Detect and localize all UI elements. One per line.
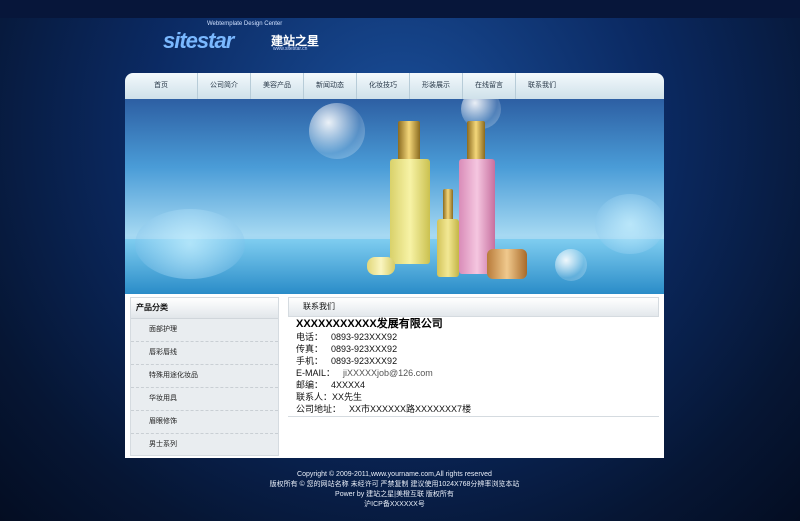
rose-right <box>595 194 664 254</box>
bottle-cap-3 <box>443 189 453 221</box>
contact-value: 0893-923XXX92 <box>331 356 398 366</box>
contact-label: 电话： <box>296 332 324 342</box>
sidebar-item-lip[interactable]: 唇彩唇线 <box>131 342 278 365</box>
logo-brand-a: site <box>163 28 198 53</box>
contact-value: 4XXXX4 <box>331 380 366 390</box>
company-name: XXXXXXXXXXX发展有限公司 <box>296 318 443 330</box>
contact-row-fax: 传真： 0893-923XXX92 <box>296 343 651 355</box>
contact-value: XX市XXXXXX路XXXXXXX7楼 <box>349 404 472 414</box>
contact-row-address: 公司地址： XX市XXXXXX路XXXXXXX7楼 <box>296 403 651 415</box>
jar-gold <box>487 249 527 279</box>
email-link[interactable]: jiXXXXXjob@126.com <box>343 368 433 378</box>
top-bar <box>0 0 800 18</box>
contact-row-person: 联系人：XX先生 <box>296 391 651 403</box>
contact-row-phone: 电话： 0893-923XXX92 <box>296 331 651 343</box>
nav-item-contact[interactable]: 联系我们 <box>516 73 568 99</box>
contact-row-postcode: 邮编： 4XXXX4 <box>296 379 651 391</box>
main-nav: 首页 公司简介 美容产品 新闻动态 化妆技巧 形装展示 在线留言 联系我们 <box>125 73 664 100</box>
bottle-cap-2 <box>467 121 485 161</box>
logo-tagline: Webtemplate Design Center <box>207 21 283 27</box>
jar-yellow <box>367 257 395 275</box>
footer-icp: 沪ICP备XXXXXX号 <box>364 501 425 508</box>
bottle-cap-1 <box>398 121 420 161</box>
logo-brand: sitestar <box>163 28 234 54</box>
hero-banner[interactable] <box>125 99 664 294</box>
logo-url: www.sitestar.cn <box>273 46 308 52</box>
contact-label: 手机： <box>296 356 324 366</box>
nav-item-news[interactable]: 新闻动态 <box>304 73 357 99</box>
contact-label: 公司地址： <box>296 404 342 414</box>
bubble-large <box>309 103 365 159</box>
nav-item-products[interactable]: 美容产品 <box>251 73 304 99</box>
sidebar-item-face-care[interactable]: 面部护理 <box>131 319 278 342</box>
nav-item-about[interactable]: 公司简介 <box>198 73 251 99</box>
sidebar-item-eye[interactable]: 眉眼修饰 <box>131 411 278 434</box>
contact-row-email: E-MAIL： jiXXXXXjob@126.com <box>296 367 651 379</box>
footer-notice: 版权所有 © 您的网站名称 未经许可 严禁复制 建议使用1024X768分辨率浏… <box>269 481 520 488</box>
contact-label: 传真： <box>296 344 324 354</box>
logo-brand-b: star <box>196 28 234 53</box>
sidebar-item-men[interactable]: 男士系列 <box>131 434 278 456</box>
nav-item-home[interactable]: 首页 <box>125 73 198 99</box>
contact-value: 0893-923XXX92 <box>331 332 398 342</box>
nav-item-tips[interactable]: 化妆技巧 <box>357 73 410 99</box>
footer-powered-by: Power by 建站之星|美橙互联 版权所有 <box>335 491 454 498</box>
contact-label: E-MAIL： <box>296 368 336 378</box>
contact-value: 0893-923XXX92 <box>331 344 398 354</box>
contact-row-mobile: 手机： 0893-923XXX92 <box>296 355 651 367</box>
site-logo[interactable]: Webtemplate Design Center sitestar 建站之星 … <box>163 21 323 54</box>
contact-label: 邮编： <box>296 380 324 390</box>
contact-body: XXXXXXXXXXX发展有限公司 电话： 0893-923XXX92 传真： 08… <box>288 317 659 417</box>
bottle-small <box>437 219 459 277</box>
site-footer: Copyright © 2009-2011,www.yourname.com,A… <box>125 470 664 510</box>
sidebar-item-tools[interactable]: 华妆用具 <box>131 388 278 411</box>
bubble-small <box>555 249 587 281</box>
sidebar-item-special[interactable]: 特殊用途化妆品 <box>131 365 278 388</box>
bottle-yellow <box>390 159 430 264</box>
footer-copyright: Copyright © 2009-2011,www.yourname.com,A… <box>297 471 492 478</box>
nav-item-gallery[interactable]: 形装展示 <box>410 73 463 99</box>
product-category-sidebar: 产品分类 面部护理 唇彩唇线 特殊用途化妆品 华妆用具 眉眼修饰 男士系列 <box>130 297 279 456</box>
contact-heading: 联系我们 <box>288 297 659 317</box>
rose-left <box>135 209 245 279</box>
contact-section: 联系我们 XXXXXXXXXXX发展有限公司 电话： 0893-923XXX92 … <box>288 297 659 419</box>
contact-value: XX先生 <box>332 392 363 402</box>
nav-item-guestbook[interactable]: 在线留言 <box>463 73 516 99</box>
contact-label: 联系人： <box>296 392 333 402</box>
sidebar-title: 产品分类 <box>131 298 278 319</box>
